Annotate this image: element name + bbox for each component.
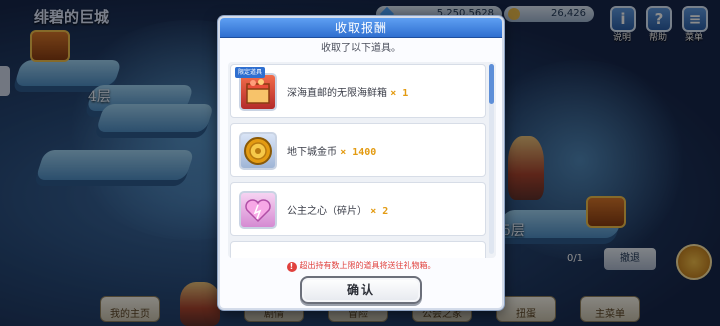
dungeon-coin-icon [239,132,277,170]
reward-item-quantity: × 2 [370,206,389,217]
reward-item-label: 公主之心（碎片） × 2 [287,202,388,217]
list-item: 限定道具 深海直邮的无限海鲜箱 × 1 [230,64,486,118]
limited-badge: 限定道具 [235,67,266,78]
stamina-icon [508,8,520,20]
tab-my-page[interactable]: 我的主页 [100,296,160,322]
menu-label: 菜单 [685,33,704,43]
notice-text: 超出持有数上限的道具将送往礼物箱。 [299,261,436,270]
overflow-notice: ! 超出持有数上限的道具将送往礼物箱。 [220,260,502,272]
confirm-button[interactable]: 确认 [300,276,422,304]
scrollbar[interactable] [489,64,494,254]
help-label: 帮助 [649,33,668,43]
reward-item-name: 地下城金币 [287,147,337,158]
tab-gacha[interactable]: 扭蛋 [496,296,556,322]
reward-item-label: 地下城金币 × 1400 [287,143,376,158]
treasure-chest-icon[interactable] [586,196,626,228]
treasure-chest-icon[interactable] [30,30,70,62]
help-icon[interactable]: ? [646,6,672,32]
list-item: 地下城金币 × 1400 [230,123,486,177]
info-icon[interactable]: i [610,6,636,32]
list-item [230,241,486,258]
reward-dialog: 收取报酬 收取了以下道具。 限定道具 深海直邮的无限海鲜箱 × 1 地下城金币 … [218,16,504,310]
character-sprite[interactable] [508,136,544,200]
reward-item-name: 深海直邮的无限海鲜箱 [287,88,387,99]
floor-platform[interactable] [35,150,195,180]
floor-platform[interactable] [95,104,215,132]
tab-main-menu[interactable]: 主菜单 [580,296,640,322]
location-title: 绯碧的巨城 [34,8,110,26]
stamina-count: 26,426 [551,8,586,19]
floor-label: 4层 [88,89,111,105]
reward-list[interactable]: 限定道具 深海直邮的无限海鲜箱 × 1 地下城金币 × 1400 公主之心（碎片… [228,62,496,258]
menu-icon[interactable]: ≡ [682,6,708,32]
list-item: 公主之心（碎片） × 2 [230,182,486,236]
challenge-counter: 0/1 [566,253,584,264]
warning-icon: ! [286,262,297,272]
stamina-counter: 26,426 [504,6,594,22]
seafood-box-icon [239,73,277,111]
retreat-button[interactable]: 撤退 [604,248,656,270]
floor-label: 5层 [502,223,525,239]
battle-start-button[interactable] [676,244,712,280]
scrollbar-thumb[interactable] [489,64,494,104]
princess-heart-icon [239,191,277,229]
character-portrait [180,282,220,326]
reward-item-label: 深海直邮的无限海鲜箱 × 1 [287,84,408,99]
dialog-subtitle: 收取了以下道具。 [321,43,401,54]
reward-item-quantity: × 1 [390,88,409,99]
reward-item-name: 公主之心（碎片） [287,206,367,217]
info-label: 说明 [613,33,632,43]
dialog-title: 收取报酬 [220,18,502,38]
back-arrow-icon[interactable] [0,66,10,96]
floor-platform[interactable] [13,60,123,86]
reward-item-quantity: × 1400 [340,147,377,158]
